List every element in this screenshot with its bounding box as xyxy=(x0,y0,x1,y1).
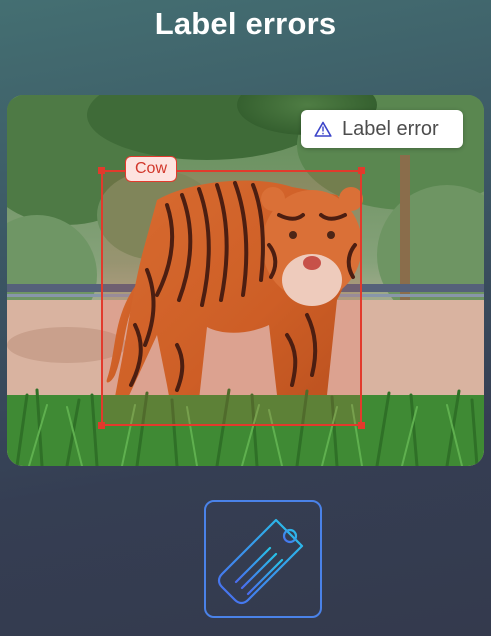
tag-icon xyxy=(217,518,304,605)
label-error-badge: Label error xyxy=(301,110,463,148)
warning-triangle-icon xyxy=(314,121,332,137)
label-error-text: Label error xyxy=(342,117,439,140)
image-card: Cow Label error xyxy=(7,95,484,466)
resize-handle-top-left[interactable] xyxy=(98,167,105,174)
bounding-box-label[interactable]: Cow xyxy=(125,156,178,182)
bounding-box[interactable] xyxy=(98,167,365,429)
resize-handle-bottom-left[interactable] xyxy=(98,422,105,429)
resize-handle-top-right[interactable] xyxy=(358,167,365,174)
tag-button[interactable] xyxy=(204,500,322,618)
resize-handle-bottom-right[interactable] xyxy=(358,422,365,429)
page-title: Label errors xyxy=(154,6,337,41)
